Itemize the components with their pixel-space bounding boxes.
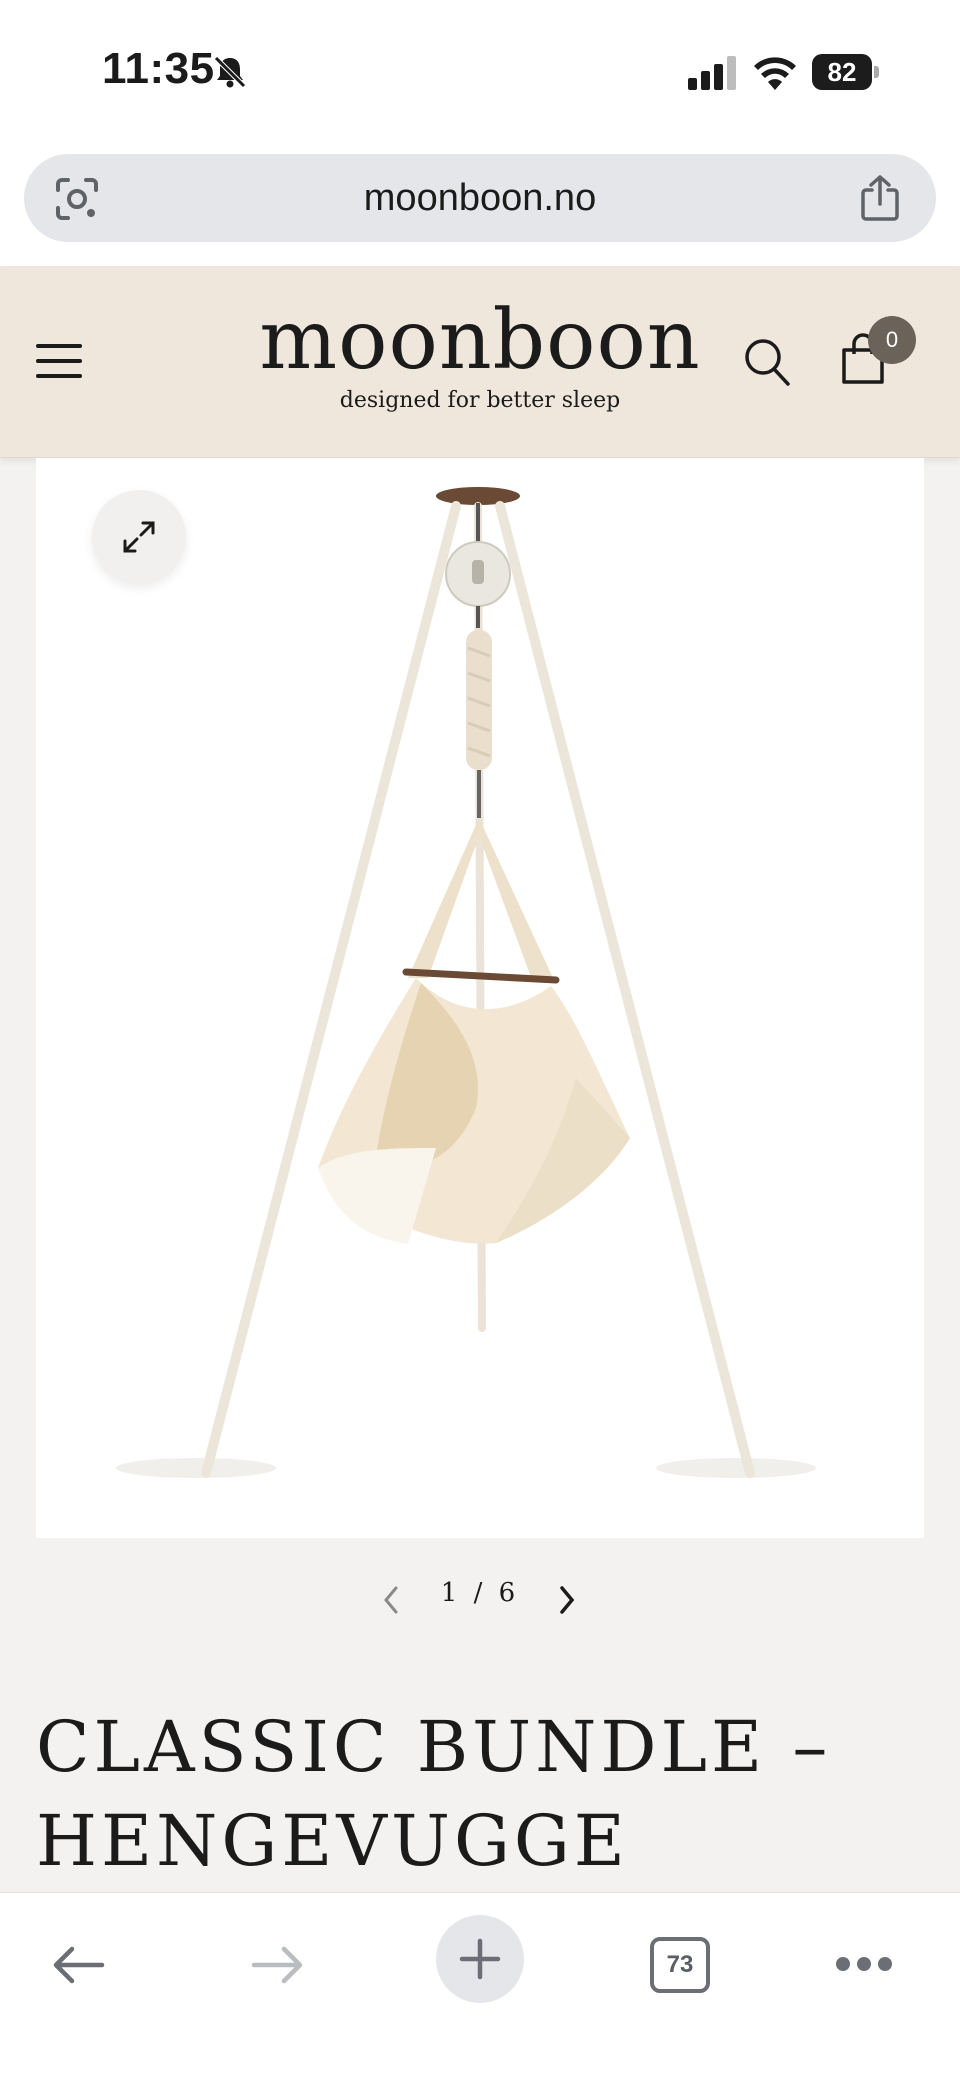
search-icon[interactable] [742, 336, 792, 388]
gallery-current: 1 [440, 1578, 462, 1608]
battery-cap [874, 66, 879, 78]
gallery-counter: 1 / 6 [420, 1578, 540, 1608]
battery-level: 82 [812, 54, 872, 90]
gallery-total: 6 [498, 1578, 520, 1608]
battery-indicator: 82 [812, 54, 879, 90]
more-menu-icon[interactable] [836, 1957, 892, 1973]
product-title: CLASSIC BUNDLE – HENGEVUGGE [36, 1700, 916, 1888]
share-icon[interactable] [858, 174, 902, 222]
plus-icon [459, 1938, 501, 1980]
chevron-left-icon[interactable] [376, 1580, 406, 1620]
url-text[interactable]: moonboon.no [24, 154, 936, 242]
cart-count-badge[interactable]: 0 [868, 316, 916, 364]
browser-address-area: moonboon.no [0, 140, 960, 266]
site-header: moonboon designed for better sleep 0 [0, 266, 960, 458]
browser-toolbar: 73 [0, 1892, 960, 2081]
gallery-pagination: 1 / 6 [0, 1568, 960, 1632]
hanging-cradle-illustration [116, 487, 816, 1478]
gallery-separator: / [473, 1578, 487, 1608]
site-tagline: designed for better sleep [339, 388, 621, 413]
new-tab-button[interactable] [436, 1915, 524, 2003]
site-logo[interactable]: moonboon [0, 296, 960, 386]
expand-icon [123, 521, 155, 553]
tab-switcher-button[interactable]: 73 [650, 1937, 710, 1993]
cellular-signal-icon [688, 56, 736, 90]
product-title-line-2: HENGEVUGGE [36, 1800, 629, 1882]
wifi-icon [754, 57, 796, 90]
product-image[interactable] [36, 458, 924, 1538]
forward-arrow-icon[interactable] [250, 1943, 306, 1987]
chevron-right-icon[interactable] [552, 1580, 582, 1620]
back-arrow-icon[interactable] [50, 1943, 106, 1987]
product-title-line-1: CLASSIC BUNDLE – [36, 1706, 832, 1788]
address-bar[interactable]: moonboon.no [24, 154, 936, 242]
silent-bell-icon [214, 56, 246, 88]
status-time: 11:35 [102, 44, 215, 93]
fullscreen-button[interactable] [92, 490, 186, 584]
status-bar: 11:35 82 [0, 0, 960, 140]
